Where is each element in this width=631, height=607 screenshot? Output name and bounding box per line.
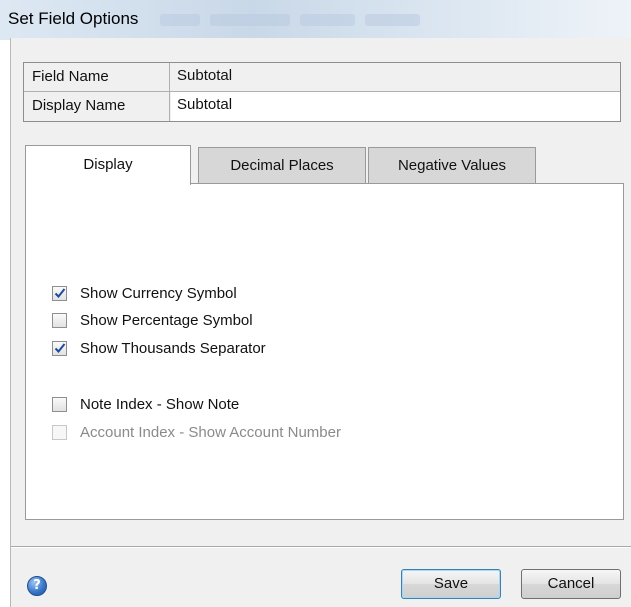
show-percentage-symbol-option[interactable]: Show Percentage Symbol: [52, 310, 253, 330]
display-name-input[interactable]: Subtotal: [171, 92, 620, 121]
display-name-label: Display Name: [24, 92, 170, 121]
blurred-toolbar-strip: [160, 14, 200, 26]
note-index-show-note-option[interactable]: Note Index - Show Note: [52, 394, 239, 414]
show-currency-symbol-label: Show Currency Symbol: [80, 284, 237, 302]
show-thousands-separator-label: Show Thousands Separator: [80, 339, 266, 357]
field-name-row: Field Name Subtotal: [24, 63, 620, 92]
blurred-toolbar-strip: [365, 14, 420, 26]
show-percentage-symbol-label: Show Percentage Symbol: [80, 311, 253, 329]
help-icon[interactable]: ?: [27, 576, 47, 596]
save-button[interactable]: Save: [401, 569, 501, 599]
field-name-value: Subtotal: [177, 67, 233, 84]
field-name-label: Field Name: [24, 63, 170, 92]
blurred-toolbar-strip: [300, 14, 355, 26]
show-currency-symbol-checkbox[interactable]: [52, 285, 67, 301]
note-index-show-note-label: Note Index - Show Note: [80, 395, 240, 413]
dialog-panel: Field Name Subtotal Display Name Subtota…: [10, 38, 631, 607]
account-index-show-account-number-label: Account Index - Show Account Number: [80, 423, 341, 441]
show-thousands-separator-option[interactable]: Show Thousands Separator: [52, 338, 266, 358]
account-index-show-account-number-checkbox: [52, 424, 67, 440]
show-percentage-symbol-checkbox[interactable]: [52, 312, 67, 328]
field-properties-table: Field Name Subtotal Display Name Subtota…: [23, 62, 621, 122]
tab-display[interactable]: Display: [25, 145, 191, 185]
show-currency-symbol-option[interactable]: Show Currency Symbol: [52, 283, 237, 303]
tab-negative-values[interactable]: Negative Values: [368, 147, 536, 183]
account-index-show-account-number-option: Account Index - Show Account Number: [52, 422, 341, 442]
display-name-row: Display Name Subtotal: [24, 92, 620, 121]
display-tab-panel: Show Currency Symbol Show Percentage Sym…: [25, 183, 624, 520]
show-thousands-separator-checkbox[interactable]: [52, 340, 67, 356]
cancel-button[interactable]: Cancel: [521, 569, 621, 599]
title-bar: Set Field Options: [0, 0, 631, 40]
check-icon: [54, 343, 65, 353]
note-index-show-note-checkbox[interactable]: [52, 396, 67, 412]
blurred-toolbar-strip: [210, 14, 290, 26]
window-title: Set Field Options: [8, 9, 139, 28]
footer-divider: [11, 546, 631, 548]
tab-decimal-places[interactable]: Decimal Places: [198, 147, 366, 183]
check-icon: [54, 288, 65, 298]
